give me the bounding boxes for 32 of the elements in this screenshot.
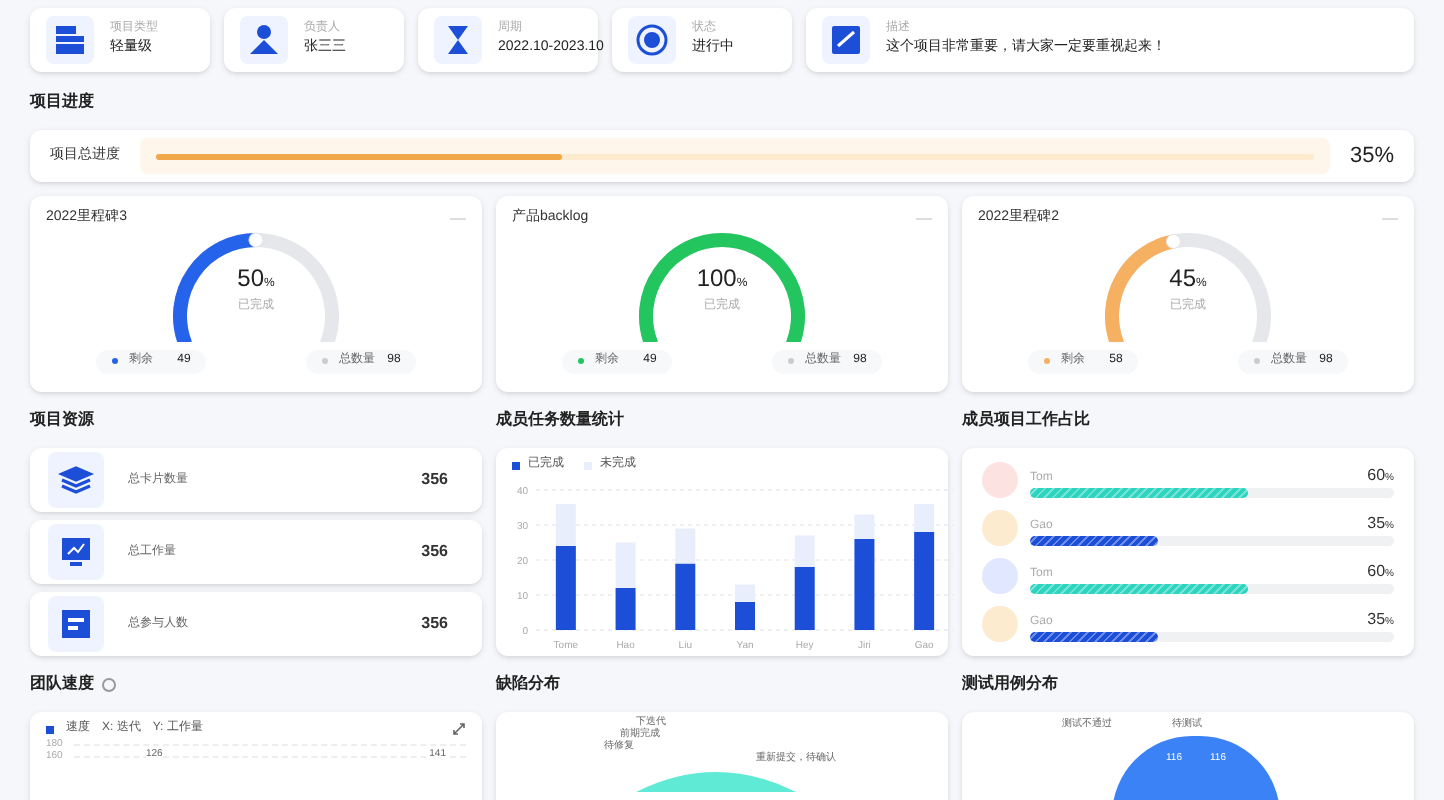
help-icon[interactable] (102, 677, 116, 691)
section-title: 项目进度 (30, 90, 94, 114)
expand-icon[interactable] (452, 722, 466, 736)
member-percent: 35 (1367, 607, 1386, 631)
type-icon (46, 16, 94, 64)
section-title: 成员项目工作占比 (962, 408, 1090, 432)
avatar (982, 606, 1018, 642)
gauge-percent: 50 (237, 265, 264, 289)
avatar (982, 462, 1018, 498)
section-title: 项目资源 (30, 408, 94, 432)
section-title: 测试用例分布 (962, 672, 1058, 696)
cards-icon (48, 452, 104, 508)
avatar (982, 558, 1018, 594)
gauge-percent: 45 (1169, 265, 1196, 289)
resource-value: 356 (421, 612, 448, 636)
avatar (982, 510, 1018, 546)
progress-reading: 35% (1349, 141, 1394, 172)
period-icon (434, 16, 482, 64)
section-title: 团队速度 (30, 672, 94, 696)
member-percent: 60 (1367, 463, 1386, 487)
member-percent: 60 (1367, 559, 1386, 583)
owner-icon (240, 16, 288, 64)
bar (615, 542, 636, 588)
status-icon (628, 16, 676, 64)
section-title: 成员任务数量统计 (496, 408, 624, 432)
legend-swatch (46, 725, 54, 733)
resource-value: 356 (421, 540, 448, 564)
bar (615, 588, 636, 630)
resource-value: 356 (421, 468, 448, 492)
note-icon (822, 16, 870, 64)
section-title: 缺陷分布 (496, 672, 560, 696)
member-percent: 35 (1367, 511, 1386, 535)
